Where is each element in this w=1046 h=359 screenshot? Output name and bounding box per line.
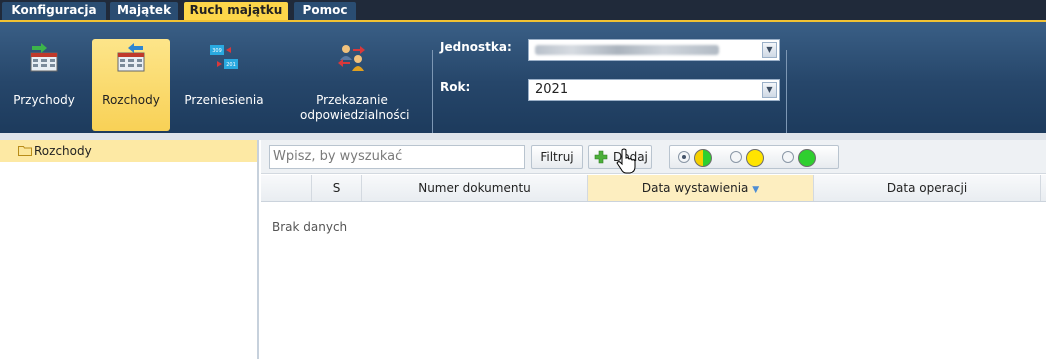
search-input[interactable]: Wpisz, by wyszukać [269, 145, 525, 169]
top-menu-bar: Konfiguracja Majątek Ruch majątku Pomoc [0, 0, 1046, 20]
column-header-overflow [1041, 175, 1046, 201]
ribbon-divider [786, 50, 787, 134]
ribbon-przychody-button[interactable]: Przychody [2, 39, 86, 131]
add-button[interactable]: Dodaj [588, 145, 652, 169]
add-button-label: Dodaj [613, 150, 648, 164]
menu-pomoc[interactable]: Pomoc [294, 2, 356, 20]
green-status-icon [798, 149, 816, 167]
jednostka-select[interactable]: ▼ [528, 39, 780, 61]
rok-select[interactable]: 2021 ▼ [528, 79, 780, 101]
plus-icon [594, 150, 608, 164]
ribbon-rozchody-button[interactable]: Rozchody [92, 39, 170, 131]
svg-text:309: 309 [212, 48, 222, 54]
yellow-status-icon [746, 149, 764, 167]
expense-table-icon [117, 43, 145, 72]
status-radio-partial[interactable] [678, 151, 690, 163]
chevron-down-icon[interactable]: ▼ [762, 42, 777, 58]
status-radio-yellow[interactable] [730, 151, 742, 163]
status-filter-group [669, 145, 839, 169]
sidebar-tree: Rozchody [0, 140, 259, 359]
rok-label: Rok: [440, 80, 471, 94]
transfer-icon: 309 201 [210, 45, 238, 69]
ribbon-przeniesienia-label: Przeniesienia [184, 93, 264, 107]
svg-text:201: 201 [226, 62, 236, 68]
ribbon-przekazanie-label: Przekazanie odpowiedzialności [300, 93, 410, 122]
sort-descending-icon: ▼ [752, 185, 760, 195]
ribbon-przychody-label: Przychody [13, 93, 75, 107]
column-header-data-wystawienia[interactable]: Data wystawienia ▼ [588, 175, 814, 201]
column-header-label: Data wystawienia [641, 181, 749, 195]
chevron-down-icon[interactable]: ▼ [762, 82, 777, 98]
rok-value: 2021 [535, 82, 569, 97]
folder-icon [18, 146, 32, 156]
income-table-icon [30, 43, 58, 72]
separator-strip [0, 133, 1046, 140]
tree-node-label: Rozchody [34, 144, 92, 158]
jednostka-label: Jednostka: [440, 40, 512, 54]
partial-status-icon [694, 149, 712, 167]
ribbon-divider [432, 50, 433, 134]
column-header-select[interactable] [261, 175, 312, 201]
grid-header: S Numer dokumentu Data wystawienia ▼ Dat… [261, 175, 1046, 202]
tree-node-rozchody[interactable]: Rozchody [0, 140, 257, 162]
column-header-numer-dokumentu[interactable]: Numer dokumentu [362, 175, 588, 201]
ribbon-rozchody-label: Rozchody [102, 93, 160, 107]
filter-button[interactable]: Filtruj [531, 145, 583, 169]
column-header-data-operacji[interactable]: Data operacji [814, 175, 1041, 201]
menu-majatek[interactable]: Majątek [110, 2, 178, 20]
status-radio-green[interactable] [782, 151, 794, 163]
ribbon-przekazanie-button[interactable]: Przekazanie odpowiedzialności [276, 39, 428, 131]
ribbon-toolbar: Przychody Rozchody 309 201 Przeniesienia [0, 20, 1046, 134]
empty-state-text: Brak danych [272, 220, 348, 234]
menu-konfiguracja[interactable]: Konfiguracja [2, 2, 106, 20]
grid-toolbar: Wpisz, by wyszukać Filtruj Dodaj [261, 140, 1046, 174]
ribbon-przeniesienia-button[interactable]: 309 201 Przeniesienia [176, 39, 272, 131]
handover-people-icon [338, 45, 365, 71]
column-header-s[interactable]: S [312, 175, 362, 201]
jednostka-redacted-value [535, 45, 719, 55]
menu-ruch-majatku[interactable]: Ruch majątku [184, 2, 288, 20]
